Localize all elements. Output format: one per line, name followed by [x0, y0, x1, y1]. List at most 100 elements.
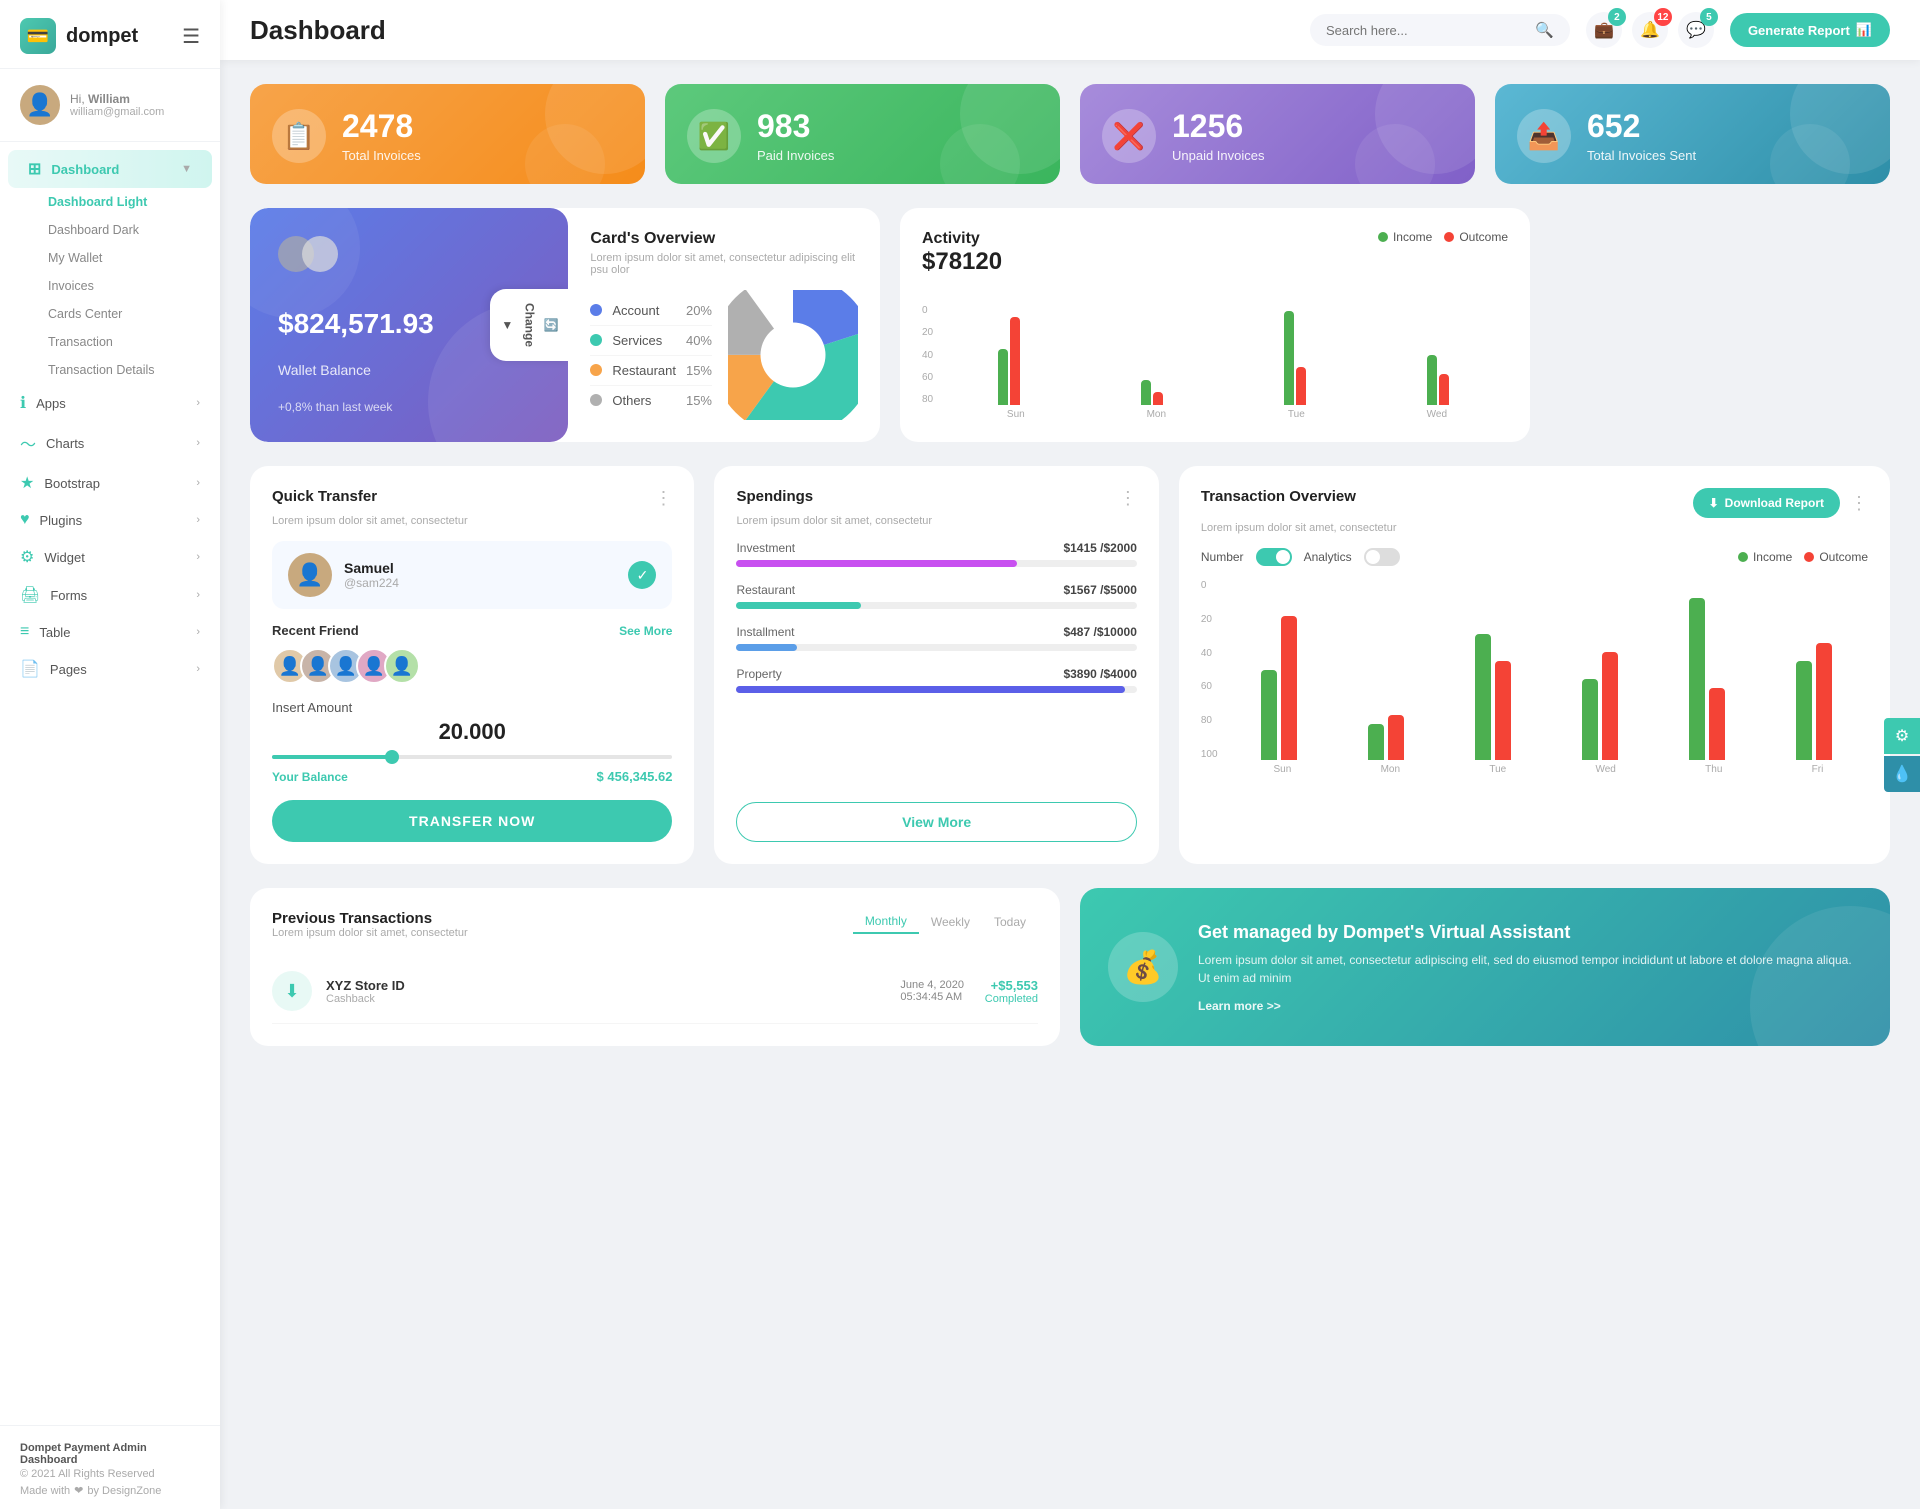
wallet-overview-panel: $824,571.93 Wallet Balance +0,8% than la…	[250, 208, 880, 442]
chevron-down-icon: ▼	[181, 163, 192, 175]
overview-others: Others 15%	[590, 386, 712, 415]
wallet-icon-btn[interactable]: 💼 2	[1586, 12, 1622, 48]
activity-legend: Income Outcome	[1378, 230, 1508, 244]
tx-overview-menu[interactable]: ⋮	[1850, 493, 1868, 514]
sidebar-item-pages[interactable]: 📄 Pages ›	[0, 650, 220, 688]
header-icons: 💼 2 🔔 12 💬 5	[1586, 12, 1714, 48]
submenu-item-transaction-details[interactable]: Transaction Details	[28, 356, 220, 384]
spending-investment: Investment $1415 /$2000	[736, 541, 1136, 567]
change-button[interactable]: 🔄 Change ▼	[490, 289, 568, 361]
sidebar-item-charts[interactable]: 〜 Charts ›	[0, 422, 220, 464]
search-box[interactable]: 🔍	[1310, 14, 1570, 46]
bar-pair-tue	[1284, 311, 1306, 405]
main-area: Dashboard 🔍 💼 2 🔔 12 💬 5 Generate Report…	[220, 0, 1920, 1509]
previous-transactions-panel: Previous Transactions Lorem ipsum dolor …	[250, 888, 1060, 1046]
overview-restaurant: Restaurant 15%	[590, 356, 712, 386]
see-more-link[interactable]: See More	[619, 624, 672, 638]
analytics-toggle[interactable]	[1364, 548, 1400, 566]
submenu-item-transaction[interactable]: Transaction	[28, 328, 220, 356]
generate-report-button[interactable]: Generate Report 📊	[1730, 13, 1890, 47]
sidebar-item-table[interactable]: ≡ Table ›	[0, 614, 220, 650]
overview-list: Account 20% Services 40% Restaurant	[590, 296, 712, 415]
tx-bar-sun	[1261, 616, 1297, 760]
stat-card-paid-invoices: ✅ 983 Paid Invoices	[665, 84, 1060, 184]
sidebar-item-widget[interactable]: ⚙ Widget ›	[0, 538, 220, 576]
submenu-item-cards-center[interactable]: Cards Center	[28, 300, 220, 328]
user-section: 👤 Hi, William william@gmail.com	[0, 69, 220, 142]
cards-overview-title: Card's Overview	[590, 230, 858, 248]
tx-legend: Income Outcome	[1738, 550, 1868, 564]
chat-icon-btn[interactable]: 💬 5	[1678, 12, 1714, 48]
view-more-button[interactable]: View More	[736, 802, 1136, 842]
sent-invoices-icon: 📤	[1517, 109, 1571, 163]
activity-panel: Activity $78120 Income Outcome	[900, 208, 1530, 442]
search-input[interactable]	[1326, 23, 1527, 38]
tx-overview-sub: Lorem ipsum dolor sit amet, consectetur	[1201, 522, 1868, 534]
paid-invoices-icon: ✅	[687, 109, 741, 163]
tx-type: Cashback	[326, 993, 405, 1005]
number-toggle[interactable]	[1256, 548, 1292, 566]
sidebar-item-dashboard[interactable]: ⊞ Dashboard ▼	[8, 150, 212, 188]
submenu-item-dashboard-light[interactable]: Dashboard Light	[28, 188, 220, 216]
tab-monthly[interactable]: Monthly	[853, 910, 919, 934]
sidebar-item-apps[interactable]: ℹ Apps ›	[0, 384, 220, 422]
hi-label: Hi, William	[70, 92, 164, 106]
charts-icon: 〜	[20, 431, 36, 455]
chevron-right-icon: ›	[196, 663, 200, 675]
dot-others	[590, 394, 602, 406]
spendings-menu[interactable]: ⋮	[1119, 488, 1137, 509]
friend-thumb-5[interactable]: 👤	[384, 648, 420, 684]
hamburger-icon[interactable]: ☰	[182, 24, 200, 49]
tx-bar-fri	[1796, 643, 1832, 760]
toggle-analytics-label: Analytics	[1304, 550, 1352, 564]
x-axis: SunMonTueWed	[922, 409, 1508, 420]
cards-overview-section: Card's Overview Lorem ipsum dolor sit am…	[568, 208, 880, 442]
chart-icon: 📊	[1856, 22, 1872, 38]
tab-today[interactable]: Today	[982, 911, 1038, 933]
amount-display: 20.000	[272, 719, 672, 745]
plugins-icon: ♥	[20, 511, 30, 529]
income-bar-mon	[1141, 380, 1151, 405]
tx-date: June 4, 2020 05:34:45 AM	[900, 979, 964, 1003]
prev-tx-sub: Lorem ipsum dolor sit amet, consectetur	[272, 927, 468, 939]
va-learn-more[interactable]: Learn more >>	[1198, 999, 1862, 1013]
recent-friend-label: Recent Friend	[272, 623, 359, 638]
submenu-item-invoices[interactable]: Invoices	[28, 272, 220, 300]
tx-chart: 100806040200	[1201, 580, 1868, 775]
sidebar-item-bootstrap[interactable]: ★ Bootstrap ›	[0, 464, 220, 502]
sidebar-item-plugins[interactable]: ♥ Plugins ›	[0, 502, 220, 538]
settings-side-button[interactable]: ⚙	[1884, 718, 1920, 754]
transfer-now-button[interactable]: TRANSFER NOW	[272, 800, 672, 842]
pages-icon: 📄	[20, 659, 40, 679]
tx-bar-mon	[1368, 715, 1404, 760]
overview-account: Account 20%	[590, 296, 712, 326]
total-invoices-label: Total Invoices	[342, 148, 421, 163]
download-icon: ⬇	[1709, 496, 1719, 510]
transaction-overview-panel: Transaction Overview ⬇ Download Report ⋮…	[1179, 466, 1890, 864]
outcome-bar-tue	[1296, 367, 1306, 405]
bar-groups	[939, 305, 1508, 405]
amount-slider[interactable]	[272, 755, 672, 759]
submenu-item-my-wallet[interactable]: My Wallet	[28, 244, 220, 272]
notification-icon-btn[interactable]: 🔔 12	[1632, 12, 1668, 48]
income-bar-tue	[1284, 311, 1294, 405]
tx-bar-wed	[1582, 652, 1618, 760]
logo-icon: 💳	[20, 18, 56, 54]
submenu-item-dashboard-dark[interactable]: Dashboard Dark	[28, 216, 220, 244]
app-name: dompet	[66, 25, 138, 48]
download-report-button[interactable]: ⬇ Download Report	[1693, 488, 1840, 518]
tab-weekly[interactable]: Weekly	[919, 911, 982, 933]
chevron-right-icon: ›	[196, 626, 200, 638]
chevron-right-icon: ›	[196, 514, 200, 526]
user-info: Hi, William william@gmail.com	[70, 92, 164, 118]
table-row: ⬇ XYZ Store ID Cashback June 4, 2020 05:…	[272, 959, 1038, 1024]
quick-transfer-menu[interactable]: ⋮	[654, 488, 672, 509]
cards-overview-body: Account 20% Services 40% Restaurant	[590, 290, 858, 420]
drop-side-button[interactable]: 💧	[1884, 756, 1920, 792]
spendings-title: Spendings	[736, 488, 813, 505]
amount-label: Insert Amount	[272, 700, 672, 715]
sidebar-item-forms[interactable]: 🖨 Forms ›	[0, 576, 220, 614]
paid-invoices-number: 983	[757, 109, 834, 144]
friend-name: Samuel	[344, 560, 399, 576]
spendings-list: Investment $1415 /$2000 Restaurant	[736, 541, 1136, 802]
